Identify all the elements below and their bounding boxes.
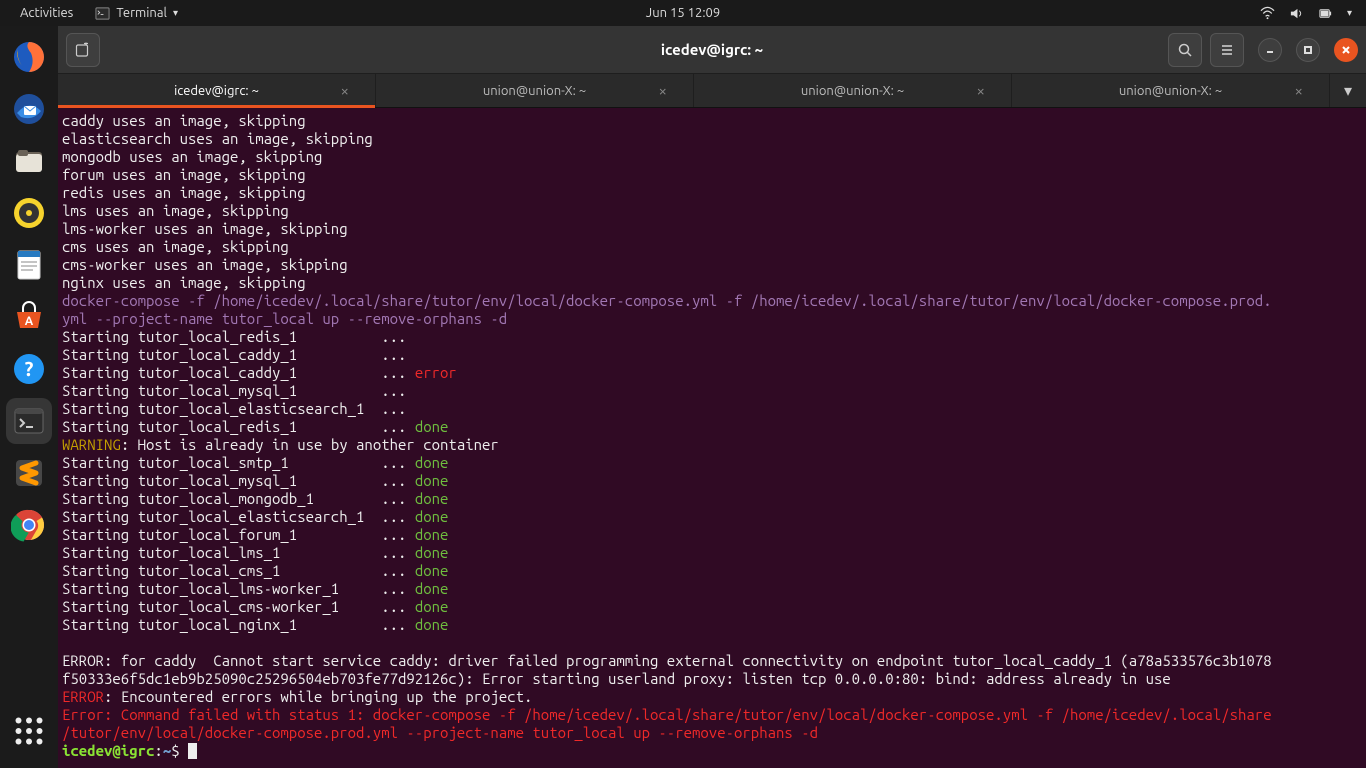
- new-tab-icon: [75, 42, 91, 58]
- window-title: icedev@igrc: ~: [661, 41, 763, 58]
- tab-label: union@union-X: ~: [483, 84, 586, 98]
- terminal-icon: [95, 6, 110, 21]
- terminal-content[interactable]: caddy uses an image, skipping elasticsea…: [58, 108, 1366, 768]
- minimize-button[interactable]: [1258, 38, 1282, 62]
- dock-app-software[interactable]: A: [6, 294, 52, 340]
- tab-label: icedev@igrc: ~: [174, 84, 259, 98]
- hamburger-menu-button[interactable]: [1210, 33, 1244, 67]
- dock-app-terminal[interactable]: [6, 398, 52, 444]
- dock: A ?: [0, 26, 58, 768]
- dock-app-firefox[interactable]: [6, 34, 52, 80]
- dock-app-sublime[interactable]: [6, 450, 52, 496]
- tab-close-icon[interactable]: ×: [1295, 82, 1303, 99]
- svg-text:?: ?: [25, 357, 34, 380]
- dock-app-chrome[interactable]: [6, 502, 52, 548]
- search-button[interactable]: [1168, 33, 1202, 67]
- tab-close-icon[interactable]: ×: [341, 82, 349, 99]
- tab-close-icon[interactable]: ×: [977, 82, 985, 99]
- clock[interactable]: Jun 15 12:09: [646, 6, 720, 20]
- search-icon: [1177, 42, 1193, 58]
- titlebar: icedev@igrc: ~: [58, 26, 1366, 74]
- terminal-tab-2[interactable]: union@union-X: ~ ×: [694, 74, 1012, 107]
- terminal-tab-1[interactable]: union@union-X: ~ ×: [376, 74, 694, 107]
- chevron-down-icon: ▾: [173, 7, 178, 19]
- dock-app-rhythmbox[interactable]: [6, 190, 52, 236]
- dock-app-thunderbird[interactable]: [6, 86, 52, 132]
- app-menu[interactable]: Terminal ▾: [89, 2, 184, 25]
- wifi-icon: [1260, 6, 1275, 21]
- activities-button[interactable]: Activities: [14, 2, 79, 24]
- battery-icon: [1318, 6, 1333, 21]
- show-applications-button[interactable]: [6, 708, 52, 754]
- minimize-icon: [1265, 45, 1275, 55]
- tab-label: union@union-X: ~: [1119, 84, 1222, 98]
- tabs-dropdown-button[interactable]: ▾: [1330, 74, 1366, 107]
- dock-app-writer[interactable]: [6, 242, 52, 288]
- tab-label: union@union-X: ~: [801, 84, 904, 98]
- dock-app-files[interactable]: [6, 138, 52, 184]
- close-button[interactable]: [1334, 38, 1358, 62]
- volume-icon: [1289, 6, 1304, 21]
- app-menu-label: Terminal: [116, 6, 167, 20]
- terminal-tabs: icedev@igrc: ~×union@union-X: ~×union@un…: [58, 74, 1366, 108]
- tab-close-icon[interactable]: ×: [659, 82, 667, 99]
- terminal-tab-0[interactable]: icedev@igrc: ~ ×: [58, 74, 376, 107]
- svg-text:A: A: [25, 315, 34, 328]
- hamburger-icon: [1219, 42, 1235, 58]
- gnome-topbar: Activities Terminal ▾ Jun 15 12:09 ▾: [0, 0, 1366, 26]
- system-status-area[interactable]: ▾: [1260, 6, 1366, 21]
- close-icon: [1341, 45, 1351, 55]
- dock-app-help[interactable]: ?: [6, 346, 52, 392]
- chevron-down-icon: ▾: [1347, 7, 1352, 19]
- terminal-window: icedev@igrc: ~ icedev@igrc: ~×union@unio…: [58, 26, 1366, 768]
- maximize-button[interactable]: [1296, 38, 1320, 62]
- new-tab-button[interactable]: [66, 33, 100, 67]
- maximize-icon: [1303, 45, 1313, 55]
- grid-icon: [11, 713, 47, 749]
- terminal-tab-3[interactable]: union@union-X: ~ ×: [1012, 74, 1330, 107]
